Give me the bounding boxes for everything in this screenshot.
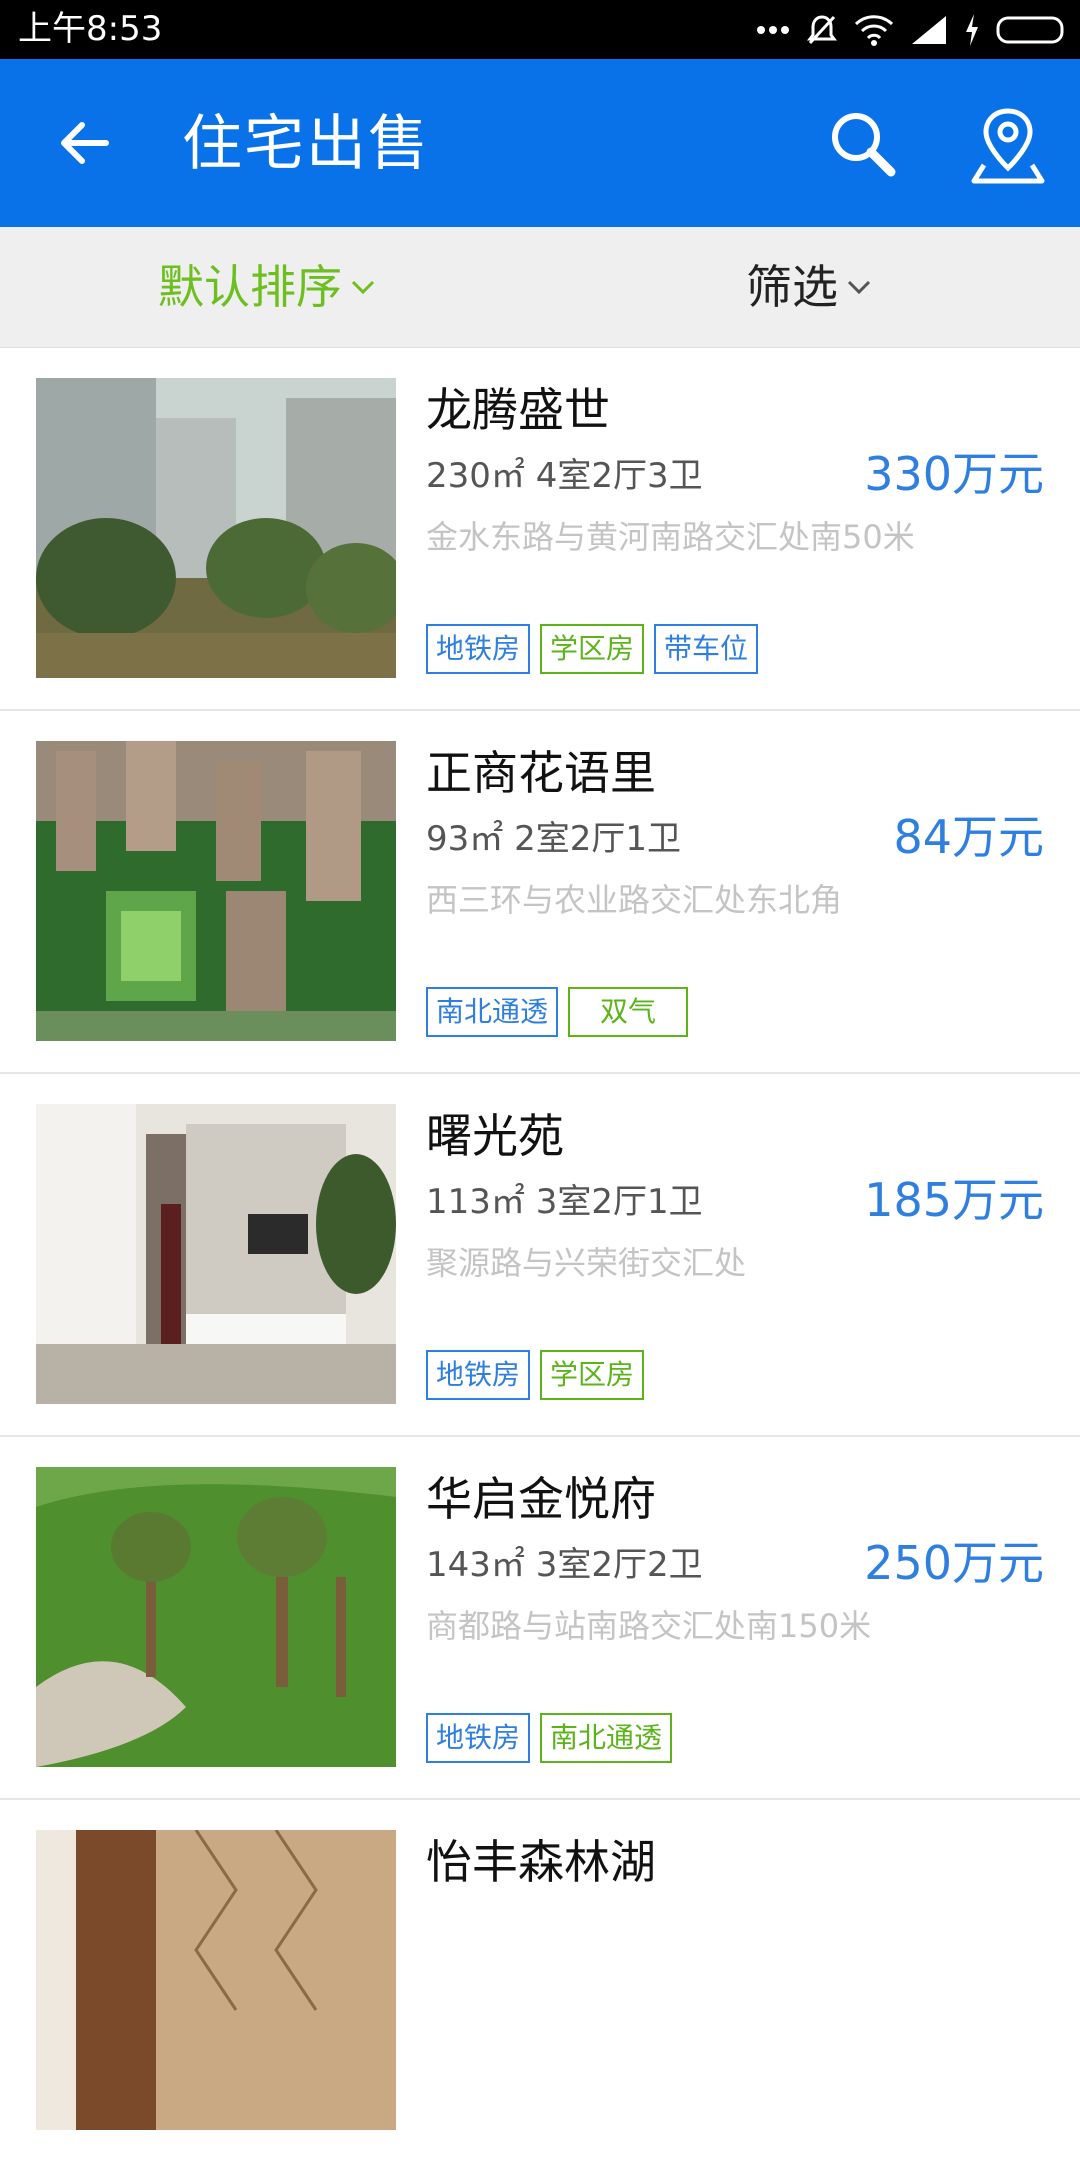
listing-price: 250万元 — [864, 1536, 1044, 1590]
listing-photo — [36, 1467, 396, 1767]
status-time: 上午8:53 — [18, 9, 163, 49]
page-title: 住宅出售 — [182, 109, 430, 179]
more-dots-icon — [757, 26, 789, 34]
chevron-down-icon — [847, 280, 871, 295]
listing-item[interactable]: 华启金悦府 143㎡ 3室2厅2卫 250万元 商都路与站南路交汇处南150米 … — [0, 1437, 1080, 1800]
listing-item[interactable]: 曙光苑 113㎡ 3室2厅1卫 185万元 聚源路与兴荣街交汇处 地铁房 学区房 — [0, 1074, 1080, 1437]
listing-spec: 230㎡ 4室2厅3卫 — [426, 456, 703, 496]
listing-address: 聚源路与兴荣街交汇处 — [426, 1244, 747, 1282]
listing-address: 金水东路与黄河南路交汇处南50米 — [426, 518, 915, 556]
listing-photo — [36, 741, 396, 1041]
battery-icon — [996, 16, 1064, 44]
search-icon[interactable] — [828, 109, 898, 179]
listing-name: 怡丰森林湖 — [426, 1835, 656, 1889]
listing-photo — [36, 1830, 396, 2130]
listing-item[interactable]: 龙腾盛世 230㎡ 4室2厅3卫 330万元 金水东路与黄河南路交汇处南50米 … — [0, 348, 1080, 711]
listing-spec: 113㎡ 3室2厅1卫 — [426, 1182, 703, 1222]
listing-address: 商都路与站南路交汇处南150米 — [426, 1607, 872, 1645]
status-icons — [756, 10, 1068, 50]
listing-price: 185万元 — [864, 1173, 1044, 1227]
tag-badge: 地铁房 — [426, 1713, 531, 1763]
sort-dropdown[interactable]: 默认排序 — [158, 257, 376, 317]
tag-badge: 带车位 — [654, 624, 759, 674]
wifi-icon — [854, 15, 894, 46]
status-bar: 上午8:53 — [0, 0, 1080, 59]
charging-icon — [966, 14, 978, 46]
listing-spec: 143㎡ 3室2厅2卫 — [426, 1545, 703, 1585]
listing-name: 正商花语里 — [426, 746, 656, 800]
tag-badge: 学区房 — [540, 624, 645, 674]
location-pin-icon[interactable] — [970, 105, 1046, 185]
listing-item[interactable]: 正商花语里 93㎡ 2室2厅1卫 84万元 西三环与农业路交汇处东北角 南北通透… — [0, 711, 1080, 1074]
listing-photo — [36, 1104, 396, 1404]
listing-tags: 地铁房 学区房 带车位 — [426, 624, 759, 674]
listing-list: 龙腾盛世 230㎡ 4室2厅3卫 330万元 金水东路与黄河南路交汇处南50米 … — [0, 348, 1080, 2161]
listing-name: 龙腾盛世 — [426, 383, 610, 437]
listing-name: 曙光苑 — [426, 1109, 564, 1163]
listing-photo — [36, 378, 396, 678]
listing-address: 西三环与农业路交汇处东北角 — [426, 881, 843, 919]
filter-label: 筛选 — [746, 260, 838, 314]
signal-icon — [912, 16, 946, 44]
listing-price: 330万元 — [864, 447, 1044, 501]
listing-tags: 地铁房 学区房 — [426, 1350, 645, 1400]
bell-muted-icon — [807, 15, 837, 45]
filter-dropdown[interactable]: 筛选 — [746, 257, 872, 317]
chevron-down-icon — [351, 280, 375, 295]
tag-badge: 南北通透 — [426, 987, 559, 1037]
tag-badge: 双气 — [568, 987, 689, 1037]
back-arrow-icon[interactable] — [54, 113, 114, 173]
listing-name: 华启金悦府 — [426, 1472, 656, 1526]
listing-spec: 93㎡ 2室2厅1卫 — [426, 819, 681, 859]
tag-badge: 地铁房 — [426, 624, 531, 674]
app-bar: 住宅出售 — [0, 59, 1080, 227]
listing-tags: 地铁房 南北通透 — [426, 1713, 673, 1763]
listing-tags: 南北通透 双气 — [426, 987, 689, 1037]
tag-badge: 学区房 — [540, 1350, 645, 1400]
sort-label: 默认排序 — [158, 260, 342, 314]
tag-badge: 南北通透 — [540, 1713, 673, 1763]
filter-bar: 默认排序 筛选 — [0, 227, 1080, 348]
listing-item[interactable]: 怡丰森林湖 — [0, 1800, 1080, 2161]
listing-price: 84万元 — [893, 810, 1044, 864]
tag-badge: 地铁房 — [426, 1350, 531, 1400]
